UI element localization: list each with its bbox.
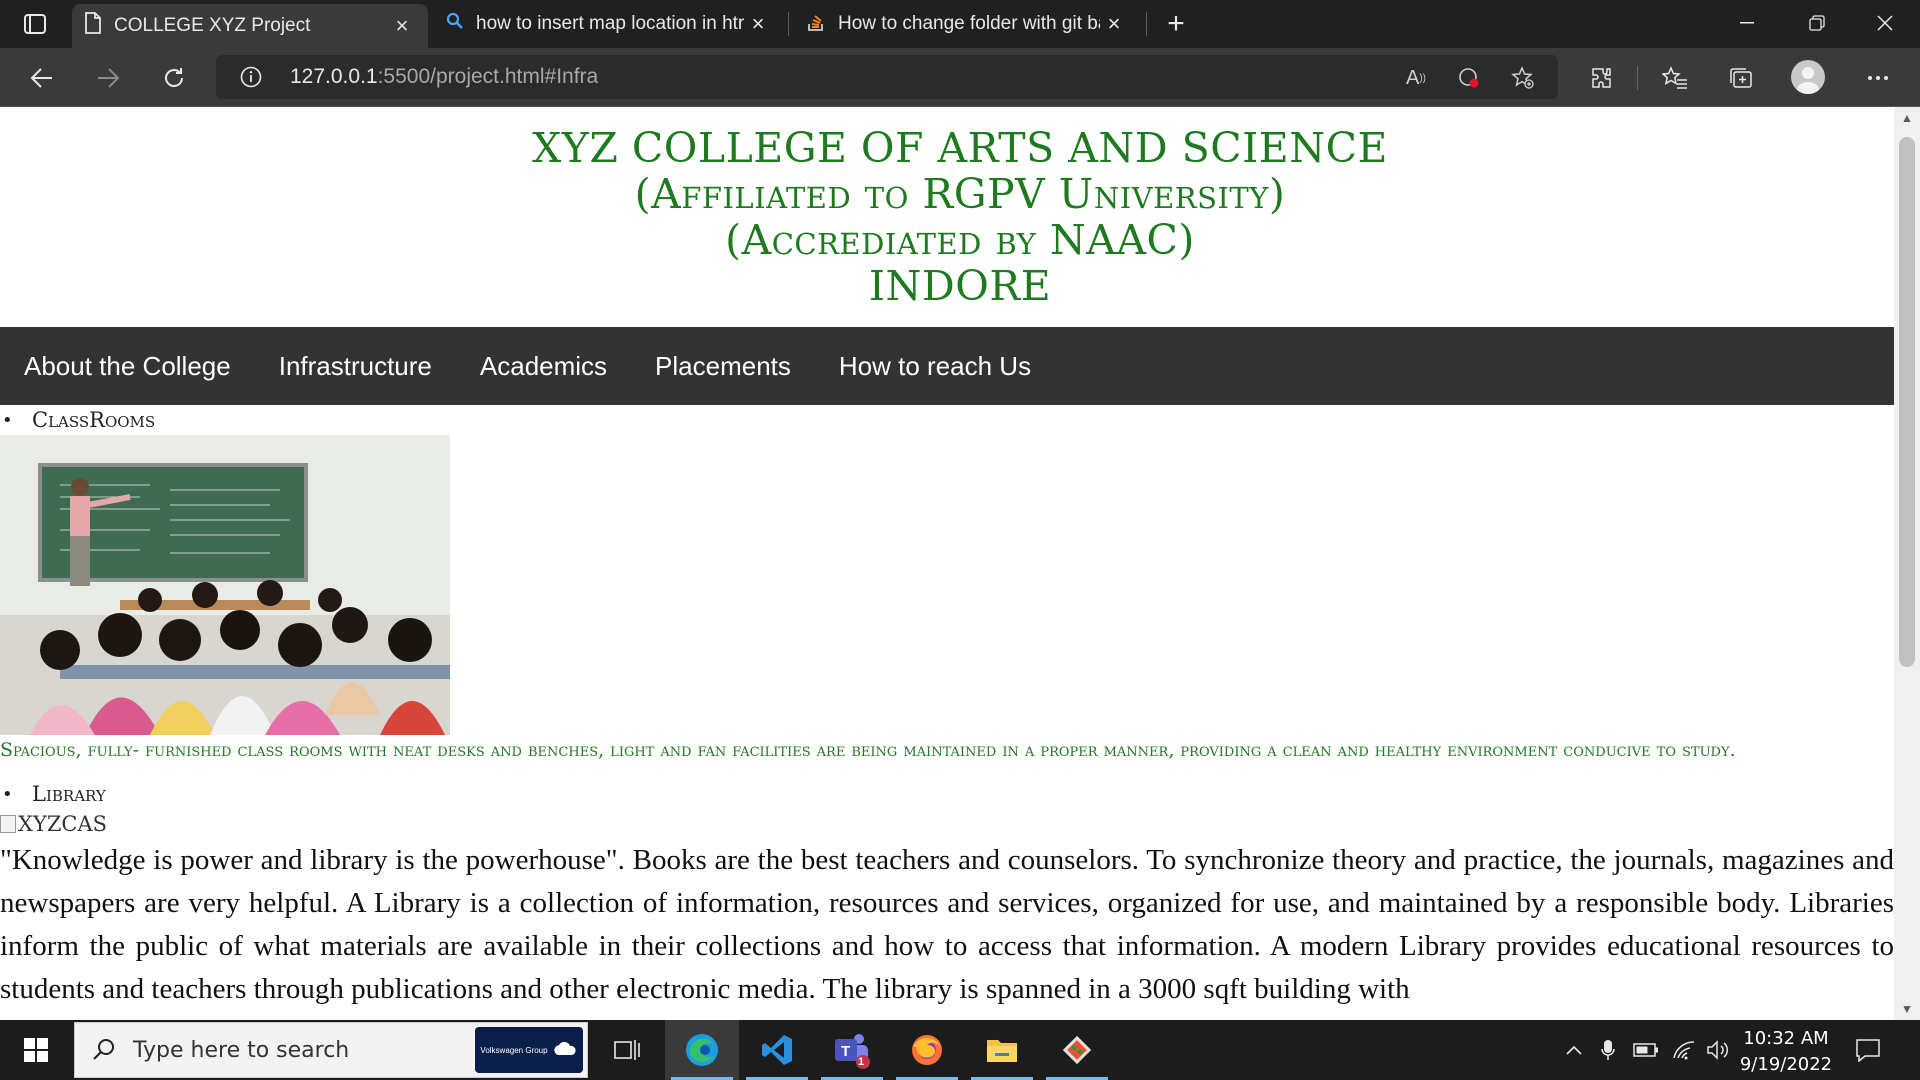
nav-about[interactable]: About the College: [24, 351, 231, 382]
add-favorite-icon[interactable]: [1508, 63, 1538, 93]
tab-separator: [788, 12, 789, 36]
classroom-image: [0, 435, 450, 735]
city-line: INDORE: [868, 262, 1052, 310]
tab-map-search[interactable]: how to insert map location in htr ×: [434, 6, 784, 42]
more-options-icon[interactable]: [1858, 58, 1898, 98]
library-heading: • Library: [0, 779, 1920, 809]
close-icon[interactable]: ×: [744, 11, 772, 37]
tracking-prevention-icon[interactable]: [1454, 63, 1484, 93]
tab-title: How to change folder with git ba: [838, 13, 1100, 34]
collections-icon[interactable]: [1721, 58, 1761, 98]
nav-placements[interactable]: Placements: [655, 351, 791, 382]
git-gui-icon[interactable]: [1040, 1020, 1114, 1080]
extensions-icon[interactable]: [1582, 58, 1622, 98]
new-tab-button[interactable]: +: [1158, 6, 1194, 42]
microphone-icon[interactable]: [1594, 1036, 1622, 1064]
search-highlight-promo[interactable]: Volkswagen Group: [475, 1027, 583, 1073]
bullet: •: [2, 783, 13, 805]
affiliation-line: (Affiliated to RGPV University): [634, 170, 1286, 218]
toolbar-divider: [1637, 66, 1638, 90]
search-placeholder: Type here to search: [133, 1038, 350, 1063]
library-image-alt: XYZCAS: [18, 812, 108, 836]
nav-how-to-reach[interactable]: How to reach Us: [839, 351, 1031, 382]
college-name: XYZ COLLEGE OF ARTS AND SCIENCE: [532, 124, 1388, 172]
taskbar-clock[interactable]: 10:32 AM 9/19/2022: [1726, 1026, 1846, 1078]
vscode-icon[interactable]: [740, 1020, 814, 1080]
firefox-icon[interactable]: [890, 1020, 964, 1080]
url-host: 127.0.0.1: [290, 65, 378, 88]
tab-college-project[interactable]: COLLEGE XYZ Project ×: [72, 4, 428, 48]
show-hidden-icons-chevron-icon[interactable]: [1560, 1036, 1588, 1064]
tab-title: how to insert map location in htr: [476, 13, 744, 34]
wifi-icon[interactable]: [1670, 1036, 1698, 1064]
read-aloud-icon[interactable]: A)): [1401, 63, 1431, 93]
tab-separator: [1146, 12, 1147, 36]
notification-center-icon[interactable]: [1852, 1034, 1884, 1066]
back-icon[interactable]: [22, 58, 62, 98]
tab-git-folder[interactable]: How to change folder with git ba ×: [794, 6, 1140, 42]
battery-icon[interactable]: [1632, 1036, 1660, 1064]
profile-avatar[interactable]: [1791, 60, 1825, 94]
url-path: :5500/project.html#Infra: [377, 65, 599, 88]
page-viewport: XYZ COLLEGE OF ARTS AND SCIENCE (Affilia…: [0, 107, 1920, 1020]
page-icon: [84, 12, 102, 40]
classrooms-title: ClassRooms: [32, 408, 156, 432]
scroll-up-arrow-icon[interactable]: ▲: [1894, 107, 1920, 129]
accreditation-line: (Accrediated by NAAC): [725, 216, 1195, 264]
windows-taskbar: Type here to search Volkswagen Group T 1: [0, 1020, 1920, 1080]
close-icon[interactable]: ×: [1100, 11, 1128, 37]
nav-infrastructure[interactable]: Infrastructure: [279, 351, 432, 382]
edge-browser-icon[interactable]: [665, 1020, 739, 1080]
scroll-thumb[interactable]: [1899, 137, 1915, 667]
minimize-icon[interactable]: [1714, 0, 1780, 46]
stackoverflow-icon: [806, 10, 826, 38]
site-navbar: About the College Infrastructure Academi…: [0, 327, 1894, 405]
search-icon: [446, 12, 464, 36]
library-description: "Knowledge is power and library is the p…: [0, 844, 1894, 1005]
restore-icon[interactable]: [1784, 0, 1850, 46]
bullet: •: [2, 409, 13, 431]
address-bar[interactable]: 127.0.0.1:5500/project.html#Infra A)): [216, 55, 1558, 99]
search-icon: [91, 1037, 117, 1068]
close-icon[interactable]: ×: [388, 13, 416, 39]
scroll-down-arrow-icon[interactable]: ▼: [1894, 998, 1920, 1020]
broken-image-icon: [0, 815, 16, 833]
windows-start-icon[interactable]: [0, 1020, 72, 1080]
file-explorer-icon[interactable]: [965, 1020, 1039, 1080]
browser-titlebar: COLLEGE XYZ Project × how to insert map …: [0, 0, 1920, 48]
promo-text: Volkswagen Group: [480, 1045, 548, 1055]
teams-badge: 1: [858, 1056, 865, 1068]
favorites-icon[interactable]: [1655, 58, 1695, 98]
classrooms-caption: Spacious, fully- furnished class rooms w…: [0, 739, 1736, 761]
site-info-icon[interactable]: [240, 66, 262, 93]
nav-academics[interactable]: Academics: [480, 351, 607, 382]
teams-icon[interactable]: T 1: [815, 1020, 889, 1080]
forward-icon[interactable]: [88, 58, 128, 98]
tab-actions-icon[interactable]: [10, 8, 60, 40]
task-view-icon[interactable]: [590, 1020, 664, 1080]
address-url[interactable]: 127.0.0.1:5500/project.html#Infra: [290, 65, 598, 89]
tab-title: COLLEGE XYZ Project: [114, 15, 311, 36]
browser-toolbar: 127.0.0.1:5500/project.html#Infra A)): [0, 48, 1920, 107]
taskbar-search-input[interactable]: Type here to search Volkswagen Group: [74, 1022, 588, 1078]
cloud-icon: [552, 1041, 578, 1058]
clock-time: 10:32 AM: [1743, 1028, 1829, 1049]
refresh-icon[interactable]: [154, 58, 194, 98]
svg-text:T: T: [841, 1043, 850, 1060]
classrooms-heading: • ClassRooms: [0, 405, 1920, 435]
close-window-icon[interactable]: [1852, 0, 1918, 46]
clock-date: 9/19/2022: [1739, 1054, 1833, 1075]
college-header: XYZ COLLEGE OF ARTS AND SCIENCE (Affilia…: [0, 107, 1920, 327]
library-title: Library: [32, 782, 106, 806]
page-scrollbar[interactable]: ▲ ▼: [1894, 107, 1920, 1020]
library-image-broken: XYZCAS: [0, 809, 1920, 839]
